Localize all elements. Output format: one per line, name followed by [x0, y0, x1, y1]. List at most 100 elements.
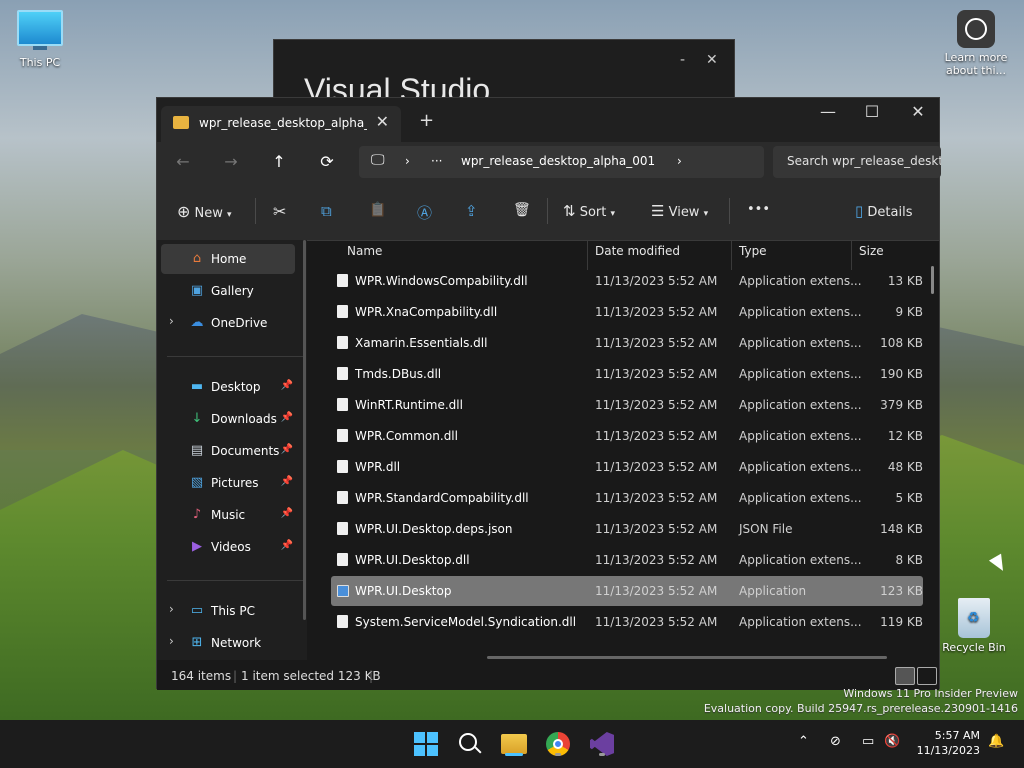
sidebar-item-home[interactable]: ⌂ Home: [161, 244, 295, 274]
music-icon: ♪: [192, 507, 202, 522]
sidebar-item-gallery[interactable]: ▣ Gallery: [161, 276, 295, 306]
tiles-view-button[interactable]: [917, 667, 937, 685]
pin-icon[interactable]: 📌: [281, 412, 293, 423]
notification-bell-icon[interactable]: 🔔: [988, 734, 1004, 749]
file-row[interactable]: System.ServiceModel.Syndication.dll 11/1…: [331, 607, 923, 637]
share-button[interactable]: ⇪: [465, 202, 478, 220]
desktop-icon-learn-more[interactable]: Learn more about thi...: [936, 10, 1016, 77]
clock-date: 11/13/2023: [916, 744, 980, 757]
file-type: Application extens...: [739, 429, 862, 443]
monitor-icon: ▭: [190, 603, 204, 618]
delete-button[interactable]: 🗑: [513, 202, 531, 218]
maximize-button[interactable]: ☐: [849, 102, 895, 121]
chevron-right-icon[interactable]: ›: [169, 314, 174, 328]
tab-current-folder[interactable]: wpr_release_desktop_alpha_001 ✕: [161, 106, 401, 142]
file-row-selected[interactable]: WPR.UI.Desktop 11/13/2023 5:52 AM Applic…: [331, 576, 923, 606]
desktop-icon-this-pc[interactable]: This PC: [0, 10, 80, 69]
sidebar-item-music[interactable]: ♪ Music 📌: [161, 500, 295, 530]
clock[interactable]: 5:57 AM 11/13/2023: [917, 728, 980, 758]
forward-button[interactable]: →: [217, 152, 245, 171]
sidebar-item-this-pc[interactable]: › ▭ This PC: [161, 596, 295, 626]
cut-button[interactable]: ✂: [273, 202, 286, 221]
pin-icon[interactable]: 📌: [281, 476, 293, 487]
file-explorer-taskbar-button[interactable]: [500, 730, 528, 758]
chevron-right-icon[interactable]: ›: [405, 154, 410, 168]
file-row[interactable]: WPR.UI.Desktop.deps.json 11/13/2023 5:52…: [331, 514, 923, 544]
chevron-right-icon[interactable]: ›: [169, 634, 174, 648]
sidebar-item-downloads[interactable]: ↓ Downloads 📌: [161, 404, 295, 434]
refresh-button[interactable]: ⟳: [313, 152, 341, 171]
column-header-size[interactable]: Size: [859, 244, 884, 268]
file-row[interactable]: Tmds.DBus.dll 11/13/2023 5:52 AM Applica…: [331, 359, 923, 389]
breadcrumb-overflow-button[interactable]: ···: [431, 154, 442, 168]
file-list-horizontal-scrollbar[interactable]: [487, 656, 887, 659]
monitor-icon: 🖵: [371, 152, 385, 168]
up-button[interactable]: ↑: [265, 152, 293, 171]
sidebar-item-pictures[interactable]: ▧ Pictures 📌: [161, 468, 295, 498]
pin-icon[interactable]: 📌: [281, 540, 293, 551]
sidebar-item-network[interactable]: › ⊞ Network: [161, 628, 295, 658]
details-pane-button[interactable]: ▯ Details: [855, 202, 912, 220]
view-button[interactable]: ☰ View ▾: [651, 202, 708, 220]
file-name: Xamarin.Essentials.dll: [355, 336, 488, 350]
copy-button[interactable]: ⧉: [321, 202, 332, 220]
paste-button[interactable]: 📋: [369, 202, 386, 218]
folder-icon: [501, 734, 527, 754]
chevron-down-icon: ▾: [610, 209, 616, 219]
new-tab-button[interactable]: +: [419, 110, 434, 131]
sidebar-item-documents[interactable]: ▤ Documents 📌: [161, 436, 295, 466]
file-list-vertical-scrollbar[interactable]: [931, 266, 934, 294]
file-name: WPR.dll: [355, 460, 401, 474]
search-button[interactable]: [456, 730, 484, 758]
file-row[interactable]: WPR.StandardCompability.dll 11/13/2023 5…: [331, 483, 923, 513]
pin-icon[interactable]: 📌: [281, 444, 293, 455]
file-row[interactable]: WPR.WindowsCompability.dll 11/13/2023 5:…: [331, 266, 923, 296]
sort-button[interactable]: ⇅ Sort ▾: [563, 202, 615, 220]
tab-close-button[interactable]: ✕: [376, 112, 389, 131]
address-bar[interactable]: 🖵 › ··· wpr_release_desktop_alpha_001 ›: [359, 146, 764, 178]
file-name: WPR.StandardCompability.dll: [355, 491, 529, 505]
file-row[interactable]: WinRT.Runtime.dll 11/13/2023 5:52 AM App…: [331, 390, 923, 420]
vs-close-button[interactable]: ✕: [706, 52, 718, 68]
search-input[interactable]: Search wpr_release_desktop_alpha_001: [773, 146, 941, 178]
sidebar-item-onedrive[interactable]: › ☁ OneDrive: [161, 308, 295, 338]
sidebar-item-desktop[interactable]: ▬ Desktop 📌: [161, 372, 295, 402]
file-row[interactable]: WPR.dll 11/13/2023 5:52 AM Application e…: [331, 452, 923, 482]
desktop-icon-label: Learn more about thi...: [944, 51, 1008, 77]
pin-icon[interactable]: 📌: [281, 508, 293, 519]
breadcrumb-current-folder[interactable]: wpr_release_desktop_alpha_001: [461, 154, 655, 168]
more-options-button[interactable]: •••: [747, 202, 770, 217]
file-row[interactable]: WPR.Common.dll 11/13/2023 5:52 AM Applic…: [331, 421, 923, 451]
chevron-up-icon[interactable]: ⌃: [798, 734, 809, 749]
details-view-button[interactable]: [895, 667, 915, 685]
sidebar-item-videos[interactable]: ▶ Videos 📌: [161, 532, 295, 562]
desktop-icon-label: Recycle Bin: [942, 641, 1006, 654]
file-icon: [337, 522, 348, 535]
file-type: Application: [739, 584, 807, 598]
file-row[interactable]: WPR.UI.Desktop.dll 11/13/2023 5:52 AM Ap…: [331, 545, 923, 575]
chevron-right-icon[interactable]: ›: [169, 602, 174, 616]
file-date: 11/13/2023 5:52 AM: [595, 584, 718, 598]
visual-studio-taskbar-button[interactable]: [588, 730, 616, 758]
column-header-date-modified[interactable]: Date modified: [595, 244, 680, 268]
display-icon[interactable]: ▭: [862, 734, 874, 749]
chrome-taskbar-button[interactable]: [544, 730, 572, 758]
file-row[interactable]: WPR.XnaCompability.dll 11/13/2023 5:52 A…: [331, 297, 923, 327]
volume-muted-icon[interactable]: 🔇: [884, 734, 900, 749]
desktop-icon-recycle-bin[interactable]: ♻ Recycle Bin: [934, 598, 1014, 654]
file-name: Tmds.DBus.dll: [355, 367, 442, 381]
network-off-icon[interactable]: ⊘: [830, 734, 841, 749]
column-header-name[interactable]: Name: [347, 244, 382, 268]
column-header-type[interactable]: Type: [739, 244, 767, 268]
start-button[interactable]: [412, 730, 440, 758]
pin-icon[interactable]: 📌: [281, 380, 293, 391]
chevron-right-icon[interactable]: ›: [677, 154, 682, 168]
new-button[interactable]: ⊕ New ▾: [177, 202, 232, 221]
file-row[interactable]: Xamarin.Essentials.dll 11/13/2023 5:52 A…: [331, 328, 923, 358]
minimize-button[interactable]: —: [805, 102, 851, 121]
sidebar-scrollbar[interactable]: [303, 240, 306, 620]
vs-minimize-button[interactable]: -: [680, 52, 685, 68]
close-button[interactable]: ✕: [895, 102, 941, 121]
rename-button[interactable]: Ⓐ: [417, 202, 432, 223]
back-button[interactable]: ←: [169, 152, 197, 171]
